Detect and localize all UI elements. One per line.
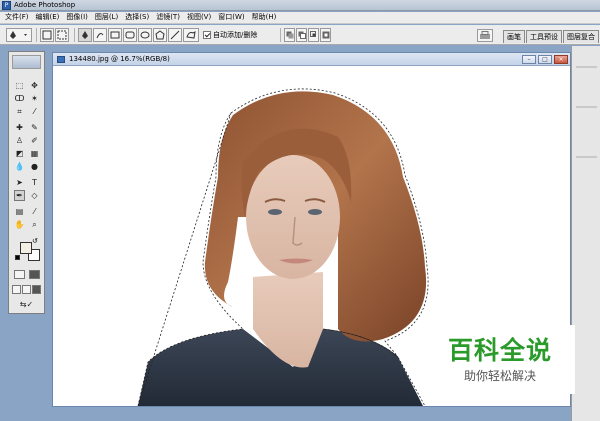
intersect-icon xyxy=(309,31,316,37)
maximize-button[interactable]: □ xyxy=(538,55,552,64)
menu-help[interactable]: 帮助(H) xyxy=(250,12,282,23)
default-colors-icon[interactable] xyxy=(15,255,20,260)
pen-icon xyxy=(10,31,27,39)
tab-brushes[interactable]: 画笔 xyxy=(503,30,525,43)
palette-well: 画笔 工具预设 图层复合 xyxy=(503,30,600,43)
brush-tool-icon[interactable]: ✎ xyxy=(29,122,40,133)
rectangle-shape-button[interactable] xyxy=(108,28,122,42)
path-selection-tool-icon[interactable]: ➤ xyxy=(14,177,25,188)
rectangle-icon xyxy=(110,31,120,39)
document-icon xyxy=(57,56,65,63)
right-eye xyxy=(308,209,322,215)
file-browser-button[interactable] xyxy=(477,29,493,42)
slice-tool-icon[interactable]: ⁄ xyxy=(29,106,40,117)
watermark-title: 百科全说 xyxy=(447,336,552,365)
standard-mode-icon[interactable] xyxy=(14,270,25,279)
menu-edit[interactable]: 编辑(E) xyxy=(34,12,65,23)
pen-tool-icon[interactable]: ✒ xyxy=(14,190,25,201)
notes-tool-icon[interactable]: ▤ xyxy=(14,206,25,217)
menu-file[interactable]: 文件(F) xyxy=(3,12,34,23)
shape-layers-icon xyxy=(42,30,52,40)
exclude-path-area-button[interactable] xyxy=(320,28,331,42)
shape-layers-button[interactable] xyxy=(40,28,54,42)
right-panel-strip xyxy=(571,46,600,421)
add-to-path-area-button[interactable] xyxy=(284,28,295,42)
freeform-pen-icon xyxy=(96,33,104,39)
dodge-tool-icon[interactable]: ● xyxy=(29,161,40,172)
healing-brush-tool-icon[interactable]: ✚ xyxy=(14,122,25,133)
standard-screen-mode-icon[interactable] xyxy=(12,285,21,294)
menu-view[interactable]: 视图(V) xyxy=(185,12,216,23)
menu-bar: 文件(F) 编辑(E) 图像(I) 图层(L) 选择(S) 滤镜(T) 视图(V… xyxy=(0,12,600,24)
line-icon xyxy=(170,30,180,40)
printer-icon xyxy=(480,31,490,39)
tab-layer-comps[interactable]: 图层复合 xyxy=(563,30,599,43)
pen-mode-button[interactable] xyxy=(78,28,92,42)
tab-tool-presets[interactable]: 工具预设 xyxy=(526,30,562,43)
exclude-icon xyxy=(322,31,329,39)
photoshop-feather-logo xyxy=(12,55,41,69)
document-title: 134480.jpg @ 16.7%(RGB/8) xyxy=(69,55,170,63)
blur-tool-icon[interactable]: 💧 xyxy=(14,161,25,172)
custom-shape-tool-icon[interactable]: ◇ xyxy=(29,190,40,201)
ellipse-shape-button[interactable] xyxy=(138,28,152,42)
pen-icon xyxy=(82,31,88,39)
combine-icon xyxy=(286,31,293,39)
paths-icon xyxy=(57,30,67,40)
document-title-bar[interactable]: 134480.jpg @ 16.7%(RGB/8) – □ × xyxy=(53,53,570,66)
menu-filter[interactable]: 滤镜(T) xyxy=(154,12,185,23)
polygon-icon xyxy=(155,30,165,40)
toolbox: ⬚ ✥ ↀ ✶ ⌗ ⁄ ✚ ✎ ♙ ✐ ◩ ▦ 💧 ● ➤ T ✒ ◇ ▤ ⁄ … xyxy=(8,51,45,314)
intersect-path-area-button[interactable] xyxy=(308,28,319,42)
marquee-tool-icon[interactable]: ⬚ xyxy=(14,80,25,91)
history-brush-tool-icon[interactable]: ✐ xyxy=(29,135,40,146)
swap-colors-icon[interactable]: ↺ xyxy=(32,238,38,245)
jump-to-imageready-icon[interactable]: ⇆✓ xyxy=(13,299,40,310)
close-button[interactable]: × xyxy=(554,55,568,64)
auto-add-delete-label: 自动添加/删除 xyxy=(213,31,258,39)
app-title-bar: P Adobe Photoshop xyxy=(0,0,600,11)
app-title: Adobe Photoshop xyxy=(14,1,76,9)
crop-tool-icon[interactable]: ⌗ xyxy=(14,106,25,117)
menu-image[interactable]: 图像(I) xyxy=(64,12,93,23)
subtract-path-area-button[interactable] xyxy=(296,28,307,42)
full-screen-menu-mode-icon[interactable] xyxy=(22,285,31,294)
move-tool-icon[interactable]: ✥ xyxy=(29,80,40,91)
photoshop-app-icon: P xyxy=(2,1,11,10)
rounded-rectangle-icon xyxy=(125,31,135,39)
left-eye xyxy=(268,209,282,215)
eyedropper-tool-icon[interactable]: ⁄ xyxy=(29,206,40,217)
subtract-icon xyxy=(298,31,306,39)
freeform-pen-button[interactable] xyxy=(93,28,107,42)
menu-window[interactable]: 窗口(W) xyxy=(216,12,249,23)
watermark-logo: 百科全说 助你轻松解决 xyxy=(425,325,575,394)
line-shape-button[interactable] xyxy=(168,28,182,42)
menu-layer[interactable]: 图层(L) xyxy=(93,12,123,23)
zoom-tool-icon[interactable]: ⌕ xyxy=(29,219,40,230)
eraser-tool-icon[interactable]: ◩ xyxy=(14,148,25,159)
magic-wand-tool-icon[interactable]: ✶ xyxy=(29,93,40,104)
custom-shape-button[interactable] xyxy=(183,28,199,42)
hand-tool-icon[interactable]: ✋ xyxy=(14,219,25,230)
gradient-tool-icon[interactable]: ▦ xyxy=(29,148,40,159)
custom-shape-icon xyxy=(186,31,196,39)
paths-button[interactable] xyxy=(55,28,69,42)
rounded-rectangle-shape-button[interactable] xyxy=(123,28,137,42)
menu-select[interactable]: 选择(S) xyxy=(123,12,154,23)
foreground-color-swatch[interactable] xyxy=(20,242,32,254)
auto-add-delete-option[interactable]: 自动添加/删除 xyxy=(203,30,257,40)
ellipse-icon xyxy=(140,31,150,39)
clone-stamp-tool-icon[interactable]: ♙ xyxy=(14,135,25,146)
pen-tool-preset-picker[interactable] xyxy=(6,28,32,42)
watermark-subtitle: 助你轻松解决 xyxy=(463,369,536,383)
full-screen-mode-icon[interactable] xyxy=(32,285,41,294)
lasso-tool-icon[interactable]: ↀ xyxy=(14,93,25,104)
polygon-shape-button[interactable] xyxy=(153,28,167,42)
type-tool-icon[interactable]: T xyxy=(29,177,40,188)
quick-mask-mode-icon[interactable] xyxy=(29,270,40,279)
minimize-button[interactable]: – xyxy=(522,55,536,64)
auto-add-delete-checkbox[interactable] xyxy=(203,31,211,39)
